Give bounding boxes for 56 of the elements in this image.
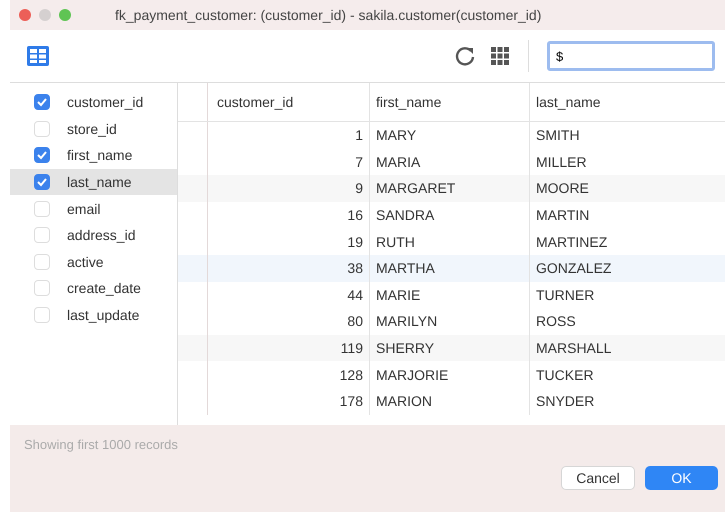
- column-list-item[interactable]: active: [10, 248, 177, 276]
- column-list-item[interactable]: first_name: [10, 142, 177, 169]
- checkbox[interactable]: [34, 174, 50, 190]
- table-cell-text: SMITH: [535, 126, 581, 146]
- minimize-icon[interactable]: [39, 9, 51, 21]
- table-cell: 119: [208, 334, 370, 362]
- column-list-item[interactable]: email: [10, 195, 177, 222]
- column-list-item[interactable]: last_name: [10, 168, 177, 196]
- search-field[interactable]: $: [547, 41, 715, 71]
- table-cell-text: MILLER: [535, 152, 588, 172]
- grid-icon[interactable]: [490, 46, 510, 66]
- status-text: Showing first 1000 records: [24, 437, 179, 452]
- table-cell: MARJORIE: [370, 361, 530, 388]
- column-header[interactable]: customer_id: [208, 83, 370, 121]
- table-cell-text: MARSHALL: [535, 339, 612, 358]
- zoom-icon[interactable]: [59, 9, 71, 21]
- table-cell: 16: [208, 202, 370, 228]
- table-cell: 9: [208, 175, 370, 202]
- refresh-icon[interactable]: [454, 45, 476, 67]
- column-list-item[interactable]: customer_id: [10, 89, 177, 116]
- table-cell-text: SNYDER: [535, 392, 596, 412]
- table-icon[interactable]: [26, 45, 50, 67]
- table-cell-text: MOORE: [535, 179, 590, 198]
- table-cell: 128: [208, 361, 370, 388]
- table-cell-text: MARTIN: [535, 206, 590, 226]
- checkbox[interactable]: [34, 147, 50, 164]
- table-cell: 38: [208, 254, 370, 282]
- table-cell: 44: [208, 282, 370, 308]
- column-list-item[interactable]: store_id: [10, 116, 177, 142]
- column-header[interactable]: last_name: [530, 83, 725, 121]
- table-cell: MARIE: [370, 282, 530, 308]
- table-cell-text: GONZALEZ: [535, 259, 612, 278]
- close-icon[interactable]: [19, 9, 31, 21]
- table-cell-text: ROSS: [535, 312, 577, 332]
- table-cell-text: MARTINEZ: [535, 232, 608, 252]
- column-list-item[interactable]: address_id: [10, 222, 177, 249]
- table-cell: MARION: [370, 388, 530, 415]
- cancel-button[interactable]: Cancel: [561, 466, 635, 490]
- table-cell: 178: [208, 388, 370, 415]
- check-icon: [36, 176, 48, 188]
- window-title: fk_payment_customer: (customer_id) - sakila.customer(customer_id): [115, 7, 542, 23]
- table-cell: SANDRA: [370, 202, 530, 228]
- table-cell: 1: [208, 122, 370, 149]
- table-cell: MARY: [370, 122, 530, 149]
- column-header[interactable]: first_name: [370, 83, 530, 121]
- table-cell-text: TUCKER: [535, 366, 595, 385]
- table-cell: MARTHA: [370, 254, 530, 282]
- check-icon: [36, 149, 48, 162]
- check-icon: [36, 96, 48, 108]
- table-cell-text: TURNER: [535, 286, 596, 305]
- checkbox[interactable]: [34, 94, 50, 110]
- ok-button[interactable]: OK: [645, 466, 718, 490]
- column-list-item[interactable]: create_date: [10, 275, 177, 302]
- column-list-item[interactable]: last_update: [10, 302, 177, 328]
- table-cell: MARGARET: [370, 175, 530, 202]
- table-cell: SHERRY: [370, 334, 530, 362]
